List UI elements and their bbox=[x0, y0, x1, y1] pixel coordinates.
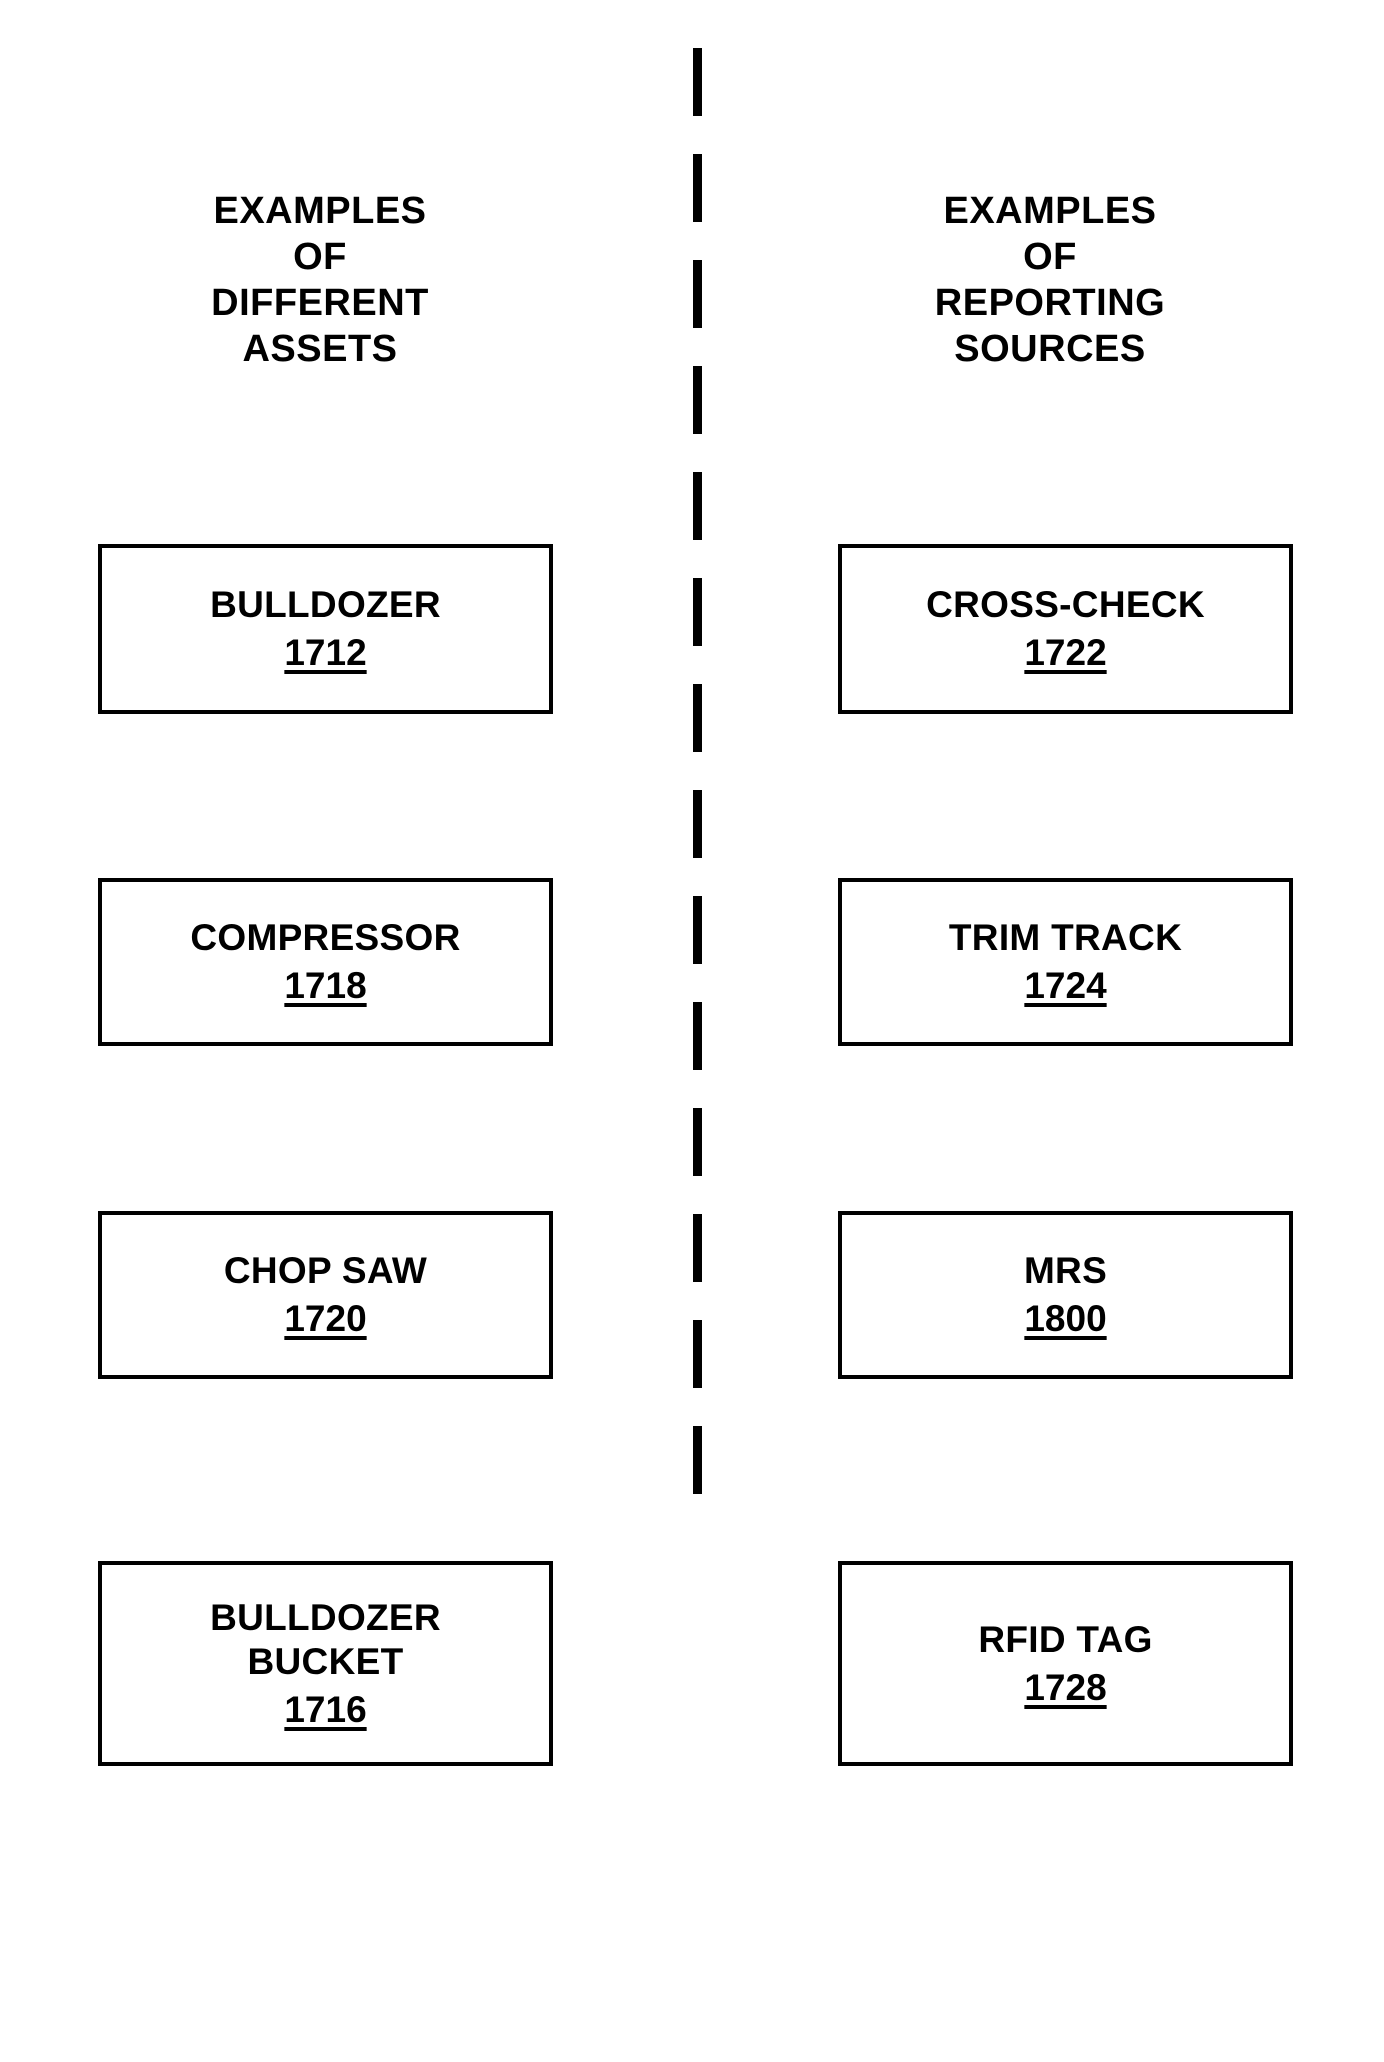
asset-box-compressor: COMPRESSOR 1718 bbox=[98, 878, 553, 1046]
asset-box-chop-saw: CHOP SAW 1720 bbox=[98, 1211, 553, 1379]
source-box-mrs-ref: 1800 bbox=[1024, 1298, 1107, 1339]
asset-box-compressor-ref: 1718 bbox=[284, 965, 367, 1006]
asset-box-bulldozer-title: BULLDOZER bbox=[210, 584, 441, 625]
left-column-different-assets: EXAMPLES OF DIFFERENT ASSETS BULLDOZER 1… bbox=[40, 0, 600, 2062]
left-heading-line-4: ASSETS bbox=[242, 328, 398, 370]
right-heading-line-1: EXAMPLES bbox=[943, 190, 1157, 232]
asset-box-bulldozer-ref: 1712 bbox=[284, 632, 367, 673]
source-box-trim-track: TRIM TRACK 1724 bbox=[838, 878, 1293, 1046]
left-column-heading: EXAMPLES OF DIFFERENT ASSETS bbox=[40, 188, 600, 372]
source-box-trim-track-ref: 1724 bbox=[1024, 965, 1107, 1006]
source-box-rfid-tag-title: RFID TAG bbox=[978, 1618, 1153, 1660]
source-box-mrs-title: MRS bbox=[1023, 1250, 1108, 1291]
source-box-cross-check-ref: 1722 bbox=[1024, 632, 1107, 673]
left-heading-line-1: EXAMPLES bbox=[213, 190, 427, 232]
asset-box-chop-saw-title: CHOP SAW bbox=[223, 1250, 428, 1291]
right-heading-line-4: SOURCES bbox=[954, 328, 1146, 370]
asset-box-bulldozer-bucket-ref: 1716 bbox=[284, 1688, 367, 1730]
source-box-rfid-tag: RFID TAG 1728 bbox=[838, 1561, 1293, 1766]
source-box-rfid-tag-ref: 1728 bbox=[1024, 1666, 1107, 1708]
left-heading-line-3: DIFFERENT bbox=[211, 282, 429, 324]
right-heading-line-2: OF bbox=[1023, 236, 1077, 278]
asset-box-bulldozer-bucket: BULLDOZER BUCKET 1716 bbox=[98, 1561, 553, 1766]
asset-box-bulldozer: BULLDOZER 1712 bbox=[98, 544, 553, 714]
figure-canvas: EXAMPLES OF DIFFERENT ASSETS BULLDOZER 1… bbox=[0, 0, 1384, 2062]
right-column-reporting-sources: EXAMPLES OF REPORTING SOURCES CROSS-CHEC… bbox=[770, 0, 1330, 2062]
source-box-mrs: MRS 1800 bbox=[838, 1211, 1293, 1379]
source-box-cross-check-title: CROSS-CHECK bbox=[926, 584, 1205, 625]
asset-box-compressor-title: COMPRESSOR bbox=[190, 917, 461, 958]
asset-box-chop-saw-ref: 1720 bbox=[284, 1298, 367, 1339]
source-box-cross-check: CROSS-CHECK 1722 bbox=[838, 544, 1293, 714]
left-heading-line-2: OF bbox=[293, 236, 347, 278]
right-heading-line-3: REPORTING bbox=[934, 282, 1166, 324]
right-column-heading: EXAMPLES OF REPORTING SOURCES bbox=[770, 188, 1330, 372]
asset-box-bulldozer-bucket-title: BULLDOZER BUCKET bbox=[210, 1596, 441, 1682]
source-box-trim-track-title: TRIM TRACK bbox=[948, 917, 1183, 958]
vertical-dashed-divider bbox=[693, 48, 702, 1498]
